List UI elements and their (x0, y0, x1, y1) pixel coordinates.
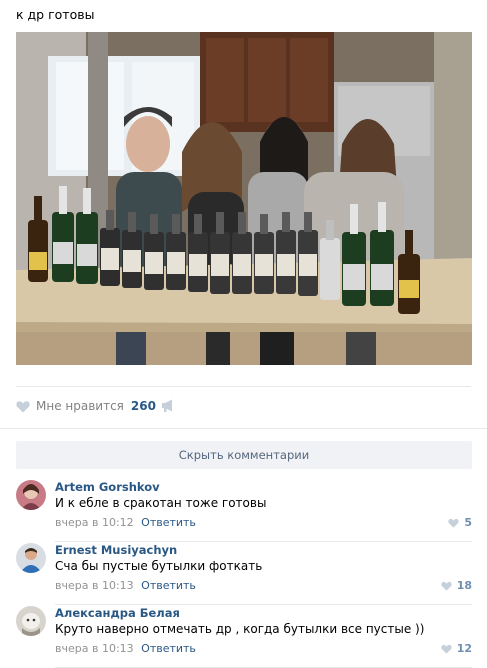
comment-item: Artem Gorshkov И к ебле в сракотан тоже … (16, 480, 472, 542)
comment-like-count: 12 (456, 642, 472, 655)
reply-link[interactable]: Ответить (141, 579, 196, 592)
comment-like-count: 5 (464, 516, 472, 529)
avatar[interactable] (16, 606, 46, 636)
comment-divider (55, 604, 472, 605)
like-button[interactable]: Мне нравится 260 (16, 399, 156, 413)
comment-meta: вчера в 10:13 Ответить (55, 642, 196, 655)
photo-scene (16, 32, 472, 365)
comment-text: Сча бы пустые бутылки фоткать (55, 559, 263, 573)
comment-author[interactable]: Artem Gorshkov (55, 480, 160, 494)
hide-comments-button[interactable]: Скрыть комментарии (16, 441, 472, 469)
comment-text: Круто наверно отмечать др , когда бутылк… (55, 622, 425, 636)
post-actions: Мне нравится 260 (16, 386, 471, 417)
comment-author[interactable]: Ernest Musiyachyn (55, 543, 177, 557)
avatar[interactable] (16, 543, 46, 573)
comment-time[interactable]: вчера в 10:13 (55, 642, 134, 655)
like-count: 260 (130, 399, 156, 413)
comment-like-button[interactable]: 12 (441, 642, 472, 655)
comment-like-count: 18 (456, 579, 472, 592)
divider (0, 428, 487, 429)
heart-icon (441, 581, 452, 591)
comment-meta: вчера в 10:12 Ответить (55, 516, 196, 529)
heart-icon (448, 518, 459, 528)
megaphone-icon[interactable] (161, 399, 176, 412)
heart-icon (441, 644, 452, 654)
post-text: к др готовы (16, 7, 95, 22)
reply-link[interactable]: Ответить (141, 642, 196, 655)
comment-divider (55, 541, 472, 542)
comment-like-button[interactable]: 5 (448, 516, 472, 529)
post-photo[interactable] (16, 32, 472, 365)
comment-time[interactable]: вчера в 10:13 (55, 579, 134, 592)
comment-like-button[interactable]: 18 (441, 579, 472, 592)
avatar[interactable] (16, 480, 46, 510)
comment-item: Ernest Musiyachyn Сча бы пустые бутылки … (16, 543, 472, 605)
heart-icon (16, 400, 30, 412)
comment-item: Александра Белая Круто наверно отмечать … (16, 606, 472, 668)
comment-meta: вчера в 10:13 Ответить (55, 579, 196, 592)
comment-time[interactable]: вчера в 10:12 (55, 516, 134, 529)
comment-text: И к ебле в сракотан тоже готовы (55, 496, 267, 510)
comment-author[interactable]: Александра Белая (55, 606, 180, 620)
reply-link[interactable]: Ответить (141, 516, 196, 529)
like-label: Мне нравится (36, 399, 124, 413)
